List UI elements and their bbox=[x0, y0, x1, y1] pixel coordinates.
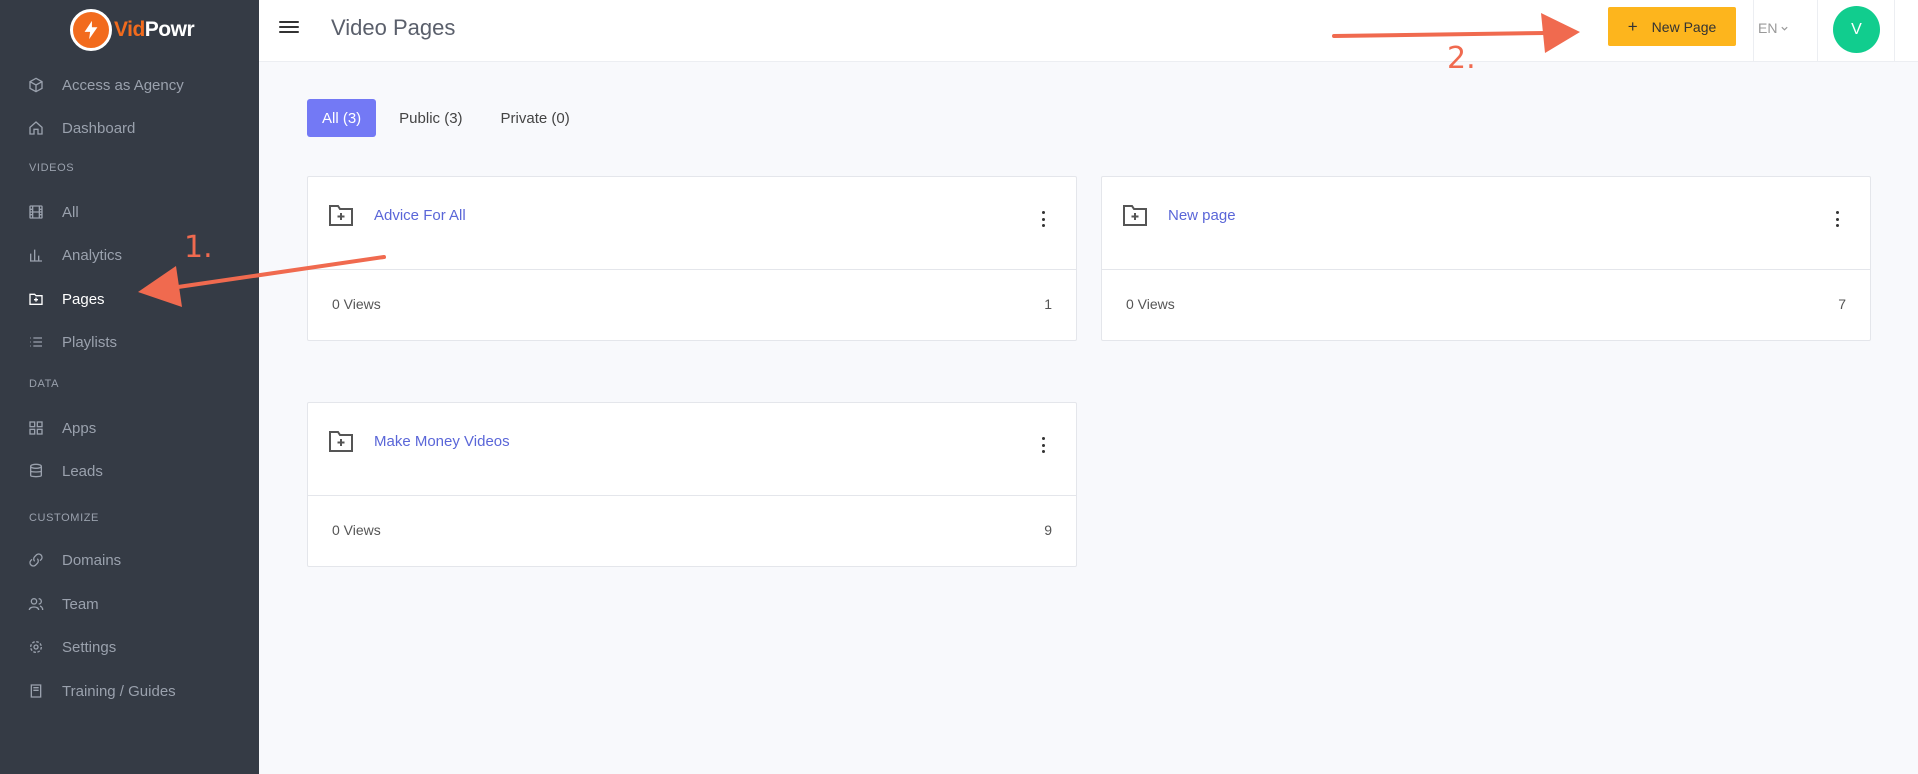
tab-private[interactable]: Private (0) bbox=[486, 99, 585, 137]
sidebar: VidPowr Access as Agency Dashboard VIDEO… bbox=[0, 0, 259, 774]
tab-all[interactable]: All (3) bbox=[307, 99, 377, 137]
plus-icon: + bbox=[1627, 16, 1638, 36]
sidebar-item-label: Training / Guides bbox=[62, 682, 176, 700]
sidebar-item-label: Dashboard bbox=[62, 119, 136, 137]
sidebar-item-settings[interactable]: Settings bbox=[28, 632, 248, 662]
avatar[interactable]: V bbox=[1833, 6, 1880, 53]
divider bbox=[1753, 0, 1754, 62]
sidebar-item-leads[interactable]: Leads bbox=[28, 456, 248, 486]
list-icon bbox=[30, 337, 42, 347]
section-label-customize: CUSTOMIZE bbox=[29, 512, 99, 524]
sidebar-item-label: Apps bbox=[62, 419, 97, 437]
card-views: 0 Views bbox=[1126, 296, 1175, 312]
sidebar-item-label: Access as Agency bbox=[62, 76, 184, 94]
bar-chart-icon bbox=[30, 249, 42, 262]
sidebar-item-analytics[interactable]: Analytics bbox=[28, 240, 248, 270]
card-title[interactable]: Make Money Videos bbox=[374, 433, 510, 450]
logo-text: VidPowr bbox=[114, 18, 195, 41]
grid-icon bbox=[29, 421, 43, 435]
folder-plus-icon bbox=[329, 205, 353, 226]
annotation-step-1: 1. bbox=[184, 230, 213, 265]
more-options-icon[interactable] bbox=[1040, 437, 1046, 453]
sidebar-item-label: Pages bbox=[62, 290, 105, 308]
annotation-step-2: 2. bbox=[1447, 41, 1476, 76]
sidebar-item-label: Playlists bbox=[62, 333, 118, 351]
sidebar-item-dashboard[interactable]: Dashboard bbox=[28, 113, 248, 143]
card-header: Advice For All bbox=[308, 177, 1076, 270]
more-options-icon[interactable] bbox=[1834, 211, 1840, 227]
database-icon bbox=[30, 463, 42, 478]
card-header: New page bbox=[1102, 177, 1870, 270]
sidebar-item-label: Analytics bbox=[62, 246, 123, 264]
sidebar-item-apps[interactable]: Apps bbox=[28, 413, 248, 443]
folder-plus-icon bbox=[29, 293, 43, 305]
language-selector[interactable]: EN bbox=[1758, 20, 1789, 36]
sidebar-item-all[interactable]: All bbox=[28, 197, 248, 227]
sidebar-item-label: Leads bbox=[62, 462, 103, 480]
page-card[interactable]: Advice For All 0 Views 1 bbox=[307, 176, 1077, 341]
book-icon bbox=[30, 684, 42, 698]
users-icon bbox=[28, 598, 44, 611]
tab-public[interactable]: Public (3) bbox=[384, 99, 477, 137]
folder-plus-icon bbox=[1123, 205, 1147, 226]
folder-plus-icon bbox=[329, 431, 353, 452]
card-views: 0 Views bbox=[332, 522, 381, 538]
gear-icon bbox=[30, 641, 42, 653]
section-label-videos: VIDEOS bbox=[29, 162, 75, 174]
sidebar-item-label: Settings bbox=[62, 638, 117, 656]
film-icon bbox=[29, 205, 43, 219]
page-title: Video Pages bbox=[331, 15, 456, 40]
more-options-icon[interactable] bbox=[1040, 211, 1046, 227]
sidebar-item-pages[interactable]: Pages bbox=[28, 284, 248, 314]
sidebar-item-team[interactable]: Team bbox=[28, 589, 248, 619]
sidebar-item-domains[interactable]: Domains bbox=[28, 545, 248, 575]
sidebar-item-access-as-agency[interactable]: Access as Agency bbox=[28, 70, 248, 100]
sidebar-item-label: All bbox=[62, 203, 79, 221]
new-page-label: New Page bbox=[1651, 18, 1717, 35]
vidpowr-logo[interactable]: VidPowr bbox=[70, 8, 195, 52]
card-video-count: 1 bbox=[1044, 296, 1052, 312]
bolt-camera-icon bbox=[70, 9, 112, 51]
filter-tabs: All (3) Public (3) Private (0) bbox=[307, 99, 585, 137]
divider bbox=[1894, 0, 1895, 62]
card-video-count: 9 bbox=[1044, 522, 1052, 538]
chevron-down-icon bbox=[1781, 26, 1789, 31]
link-icon bbox=[29, 553, 43, 567]
card-header: Make Money Videos bbox=[308, 403, 1076, 496]
sidebar-item-training-guides[interactable]: Training / Guides bbox=[28, 676, 248, 706]
divider bbox=[1817, 0, 1818, 62]
section-label-data: DATA bbox=[29, 378, 60, 390]
card-views: 0 Views bbox=[332, 296, 381, 312]
sidebar-item-label: Team bbox=[62, 595, 99, 613]
card-video-count: 7 bbox=[1838, 296, 1846, 312]
sidebar-item-playlists[interactable]: Playlists bbox=[28, 327, 248, 357]
new-page-button[interactable]: + New Page bbox=[1608, 7, 1736, 46]
cube-icon bbox=[29, 77, 43, 93]
card-title[interactable]: New page bbox=[1168, 207, 1236, 224]
hamburger-menu-icon[interactable] bbox=[279, 18, 299, 38]
page-card[interactable]: New page 0 Views 7 bbox=[1101, 176, 1871, 341]
page-card[interactable]: Make Money Videos 0 Views 9 bbox=[307, 402, 1077, 567]
sidebar-item-label: Domains bbox=[62, 551, 122, 569]
annotation-arrows bbox=[138, 13, 1580, 307]
home-icon bbox=[29, 121, 43, 135]
language-label: EN bbox=[1758, 20, 1778, 36]
top-bar: Video Pages + New Page EN V bbox=[259, 0, 1918, 62]
card-title[interactable]: Advice For All bbox=[374, 207, 466, 224]
